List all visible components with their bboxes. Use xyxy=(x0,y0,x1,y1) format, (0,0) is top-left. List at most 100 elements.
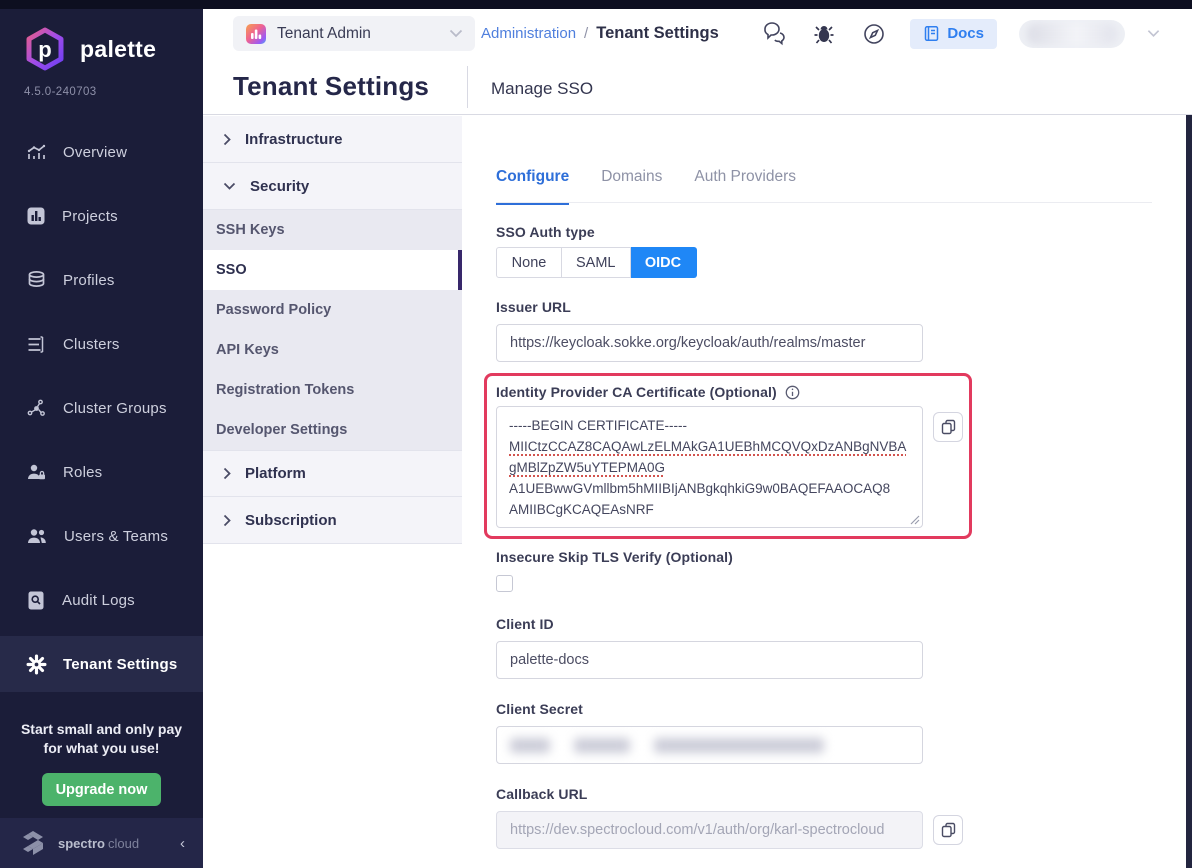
cert-line: -----BEGIN CERTIFICATE----- xyxy=(509,415,910,436)
sidebar-item-projects[interactable]: Projects xyxy=(0,188,203,244)
copy-icon xyxy=(941,822,956,838)
issuer-url-label: Issuer URL xyxy=(496,299,571,315)
chevron-down-icon xyxy=(449,29,463,38)
projects-icon xyxy=(26,206,46,226)
sidebar-item-label: Audit Logs xyxy=(62,592,135,609)
feedback-chat-icon[interactable] xyxy=(760,20,788,48)
user-menu[interactable] xyxy=(1019,20,1125,48)
sso-auth-type-segmented: None SAML OIDC xyxy=(496,247,697,278)
sidebar-item-users-teams[interactable]: Users & Teams xyxy=(0,508,203,564)
chevron-right-icon xyxy=(223,133,231,146)
spectro-cloud-wordmark: spectrocloud xyxy=(58,836,139,851)
copy-icon xyxy=(941,419,956,435)
svg-text:p: p xyxy=(38,37,51,62)
sso-auth-option-saml[interactable]: SAML xyxy=(562,247,631,278)
upgrade-now-button[interactable]: Upgrade now xyxy=(42,773,161,806)
settings-item-api-keys[interactable]: API Keys xyxy=(203,330,462,370)
primary-sidebar: p palette 4.5.0-240703 Overview Projects… xyxy=(0,0,203,868)
profiles-icon xyxy=(26,270,47,291)
copy-callback-url-button[interactable] xyxy=(933,815,963,845)
bug-report-icon[interactable] xyxy=(810,20,838,48)
tab-auth-providers[interactable]: Auth Providers xyxy=(694,168,796,205)
cert-line: AMIIBCgKCAQEAsNRF xyxy=(509,499,910,520)
sidebar-item-audit-logs[interactable]: Audit Logs xyxy=(0,572,203,628)
sso-tabs: Configure Domains Auth Providers xyxy=(496,168,796,205)
copy-certificate-button[interactable] xyxy=(933,412,963,442)
explore-compass-icon[interactable] xyxy=(860,20,888,48)
sso-auth-option-none[interactable]: None xyxy=(496,247,562,278)
sidebar-item-label: Roles xyxy=(63,464,102,481)
callback-url-label: Callback URL xyxy=(496,786,587,802)
docs-button[interactable]: Docs xyxy=(910,19,997,49)
client-secret-input[interactable] xyxy=(496,726,923,764)
settings-section-platform[interactable]: Platform xyxy=(203,450,462,497)
app-version: 4.5.0-240703 xyxy=(24,86,97,98)
ca-certificate-label-row: Identity Provider CA Certificate (Option… xyxy=(496,384,800,400)
cert-line: A1UEBwwGVmllbm5hMIIBIjANBgkqhkiG9w0BAQEF… xyxy=(509,478,910,499)
sidebar-item-tenant-settings[interactable]: Tenant Settings xyxy=(0,636,203,692)
security-subitems: SSH Keys SSO Password Policy API Keys Re… xyxy=(203,210,462,450)
client-id-label: Client ID xyxy=(496,616,554,632)
breadcrumb: Administration / Tenant Settings xyxy=(481,9,719,58)
tab-configure[interactable]: Configure xyxy=(496,168,569,205)
roles-icon xyxy=(26,462,47,483)
settings-section-subscription[interactable]: Subscription xyxy=(203,497,462,544)
sidebar-item-label: Profiles xyxy=(63,272,115,289)
sso-auth-option-oidc[interactable]: OIDC xyxy=(631,247,697,278)
settings-section-security[interactable]: Security xyxy=(203,163,462,210)
sidebar-item-label: Overview xyxy=(63,144,127,161)
breadcrumb-administration[interactable]: Administration xyxy=(481,25,576,42)
overview-icon xyxy=(26,142,47,163)
chevron-right-icon xyxy=(223,514,231,527)
sidebar-item-label: Projects xyxy=(62,208,118,225)
settings-item-ssh-keys[interactable]: SSH Keys xyxy=(203,210,462,250)
upsell-line1: Start small and only pay xyxy=(0,720,203,739)
textarea-resize-handle[interactable] xyxy=(910,515,920,525)
spectro-cloud-logo-icon xyxy=(18,828,48,858)
chevron-right-icon xyxy=(223,467,231,480)
header-divider xyxy=(467,66,468,108)
tabs-underline xyxy=(496,202,1152,203)
breadcrumb-current: Tenant Settings xyxy=(596,24,719,43)
scrollbar[interactable] xyxy=(1186,115,1192,868)
settings-item-registration-tokens[interactable]: Registration Tokens xyxy=(203,370,462,410)
sidebar-footer: spectrocloud ‹ xyxy=(0,818,203,868)
upsell-message: Start small and only pay for what you us… xyxy=(0,720,203,758)
page-title: Tenant Settings xyxy=(233,71,429,102)
sidebar-collapse-icon[interactable]: ‹ xyxy=(180,835,185,852)
client-secret-redacted xyxy=(510,738,824,753)
window-top-strip xyxy=(0,0,1192,9)
sidebar-item-roles[interactable]: Roles xyxy=(0,444,203,500)
settings-section-infrastructure[interactable]: Infrastructure xyxy=(203,116,462,163)
user-menu-chevron-icon[interactable] xyxy=(1147,29,1160,38)
ca-certificate-label: Identity Provider CA Certificate (Option… xyxy=(496,384,777,400)
brand-name: palette xyxy=(80,36,156,63)
workspace-selector[interactable]: Tenant Admin xyxy=(233,16,475,51)
client-id-input[interactable]: palette-docs xyxy=(496,641,923,679)
sidebar-item-cluster-groups[interactable]: Cluster Groups xyxy=(0,380,203,436)
issuer-url-input[interactable]: https://keycloak.sokke.org/keycloak/auth… xyxy=(496,324,923,362)
client-secret-label: Client Secret xyxy=(496,701,583,717)
sso-configure-panel: Configure Domains Auth Providers SSO Aut… xyxy=(462,116,1186,868)
topbar-actions: Docs xyxy=(760,9,1160,58)
skip-tls-checkbox[interactable] xyxy=(496,575,513,592)
sidebar-item-clusters[interactable]: Clusters xyxy=(0,316,203,372)
upsell-line2: for what you use! xyxy=(0,739,203,758)
settings-item-developer-settings[interactable]: Developer Settings xyxy=(203,410,462,450)
workspace-icon xyxy=(245,23,267,45)
ca-certificate-textarea[interactable]: -----BEGIN CERTIFICATE----- MIICtzCCAZ8C… xyxy=(496,406,923,528)
tab-domains[interactable]: Domains xyxy=(601,168,662,205)
sidebar-item-overview[interactable]: Overview xyxy=(0,124,203,180)
cluster-groups-icon xyxy=(26,398,47,419)
users-teams-icon xyxy=(26,526,48,547)
app-root: p palette 4.5.0-240703 Overview Projects… xyxy=(0,0,1192,868)
sidebar-item-label: Cluster Groups xyxy=(63,400,167,417)
settings-item-password-policy[interactable]: Password Policy xyxy=(203,290,462,330)
sidebar-item-label: Users & Teams xyxy=(64,528,168,545)
sso-auth-type-label: SSO Auth type xyxy=(496,224,595,240)
sidebar-item-profiles[interactable]: Profiles xyxy=(0,252,203,308)
breadcrumb-separator: / xyxy=(584,25,588,42)
settings-item-sso[interactable]: SSO xyxy=(203,250,462,290)
settings-nav: Infrastructure Security SSH Keys SSO Pas… xyxy=(203,116,462,544)
info-icon xyxy=(785,385,800,400)
